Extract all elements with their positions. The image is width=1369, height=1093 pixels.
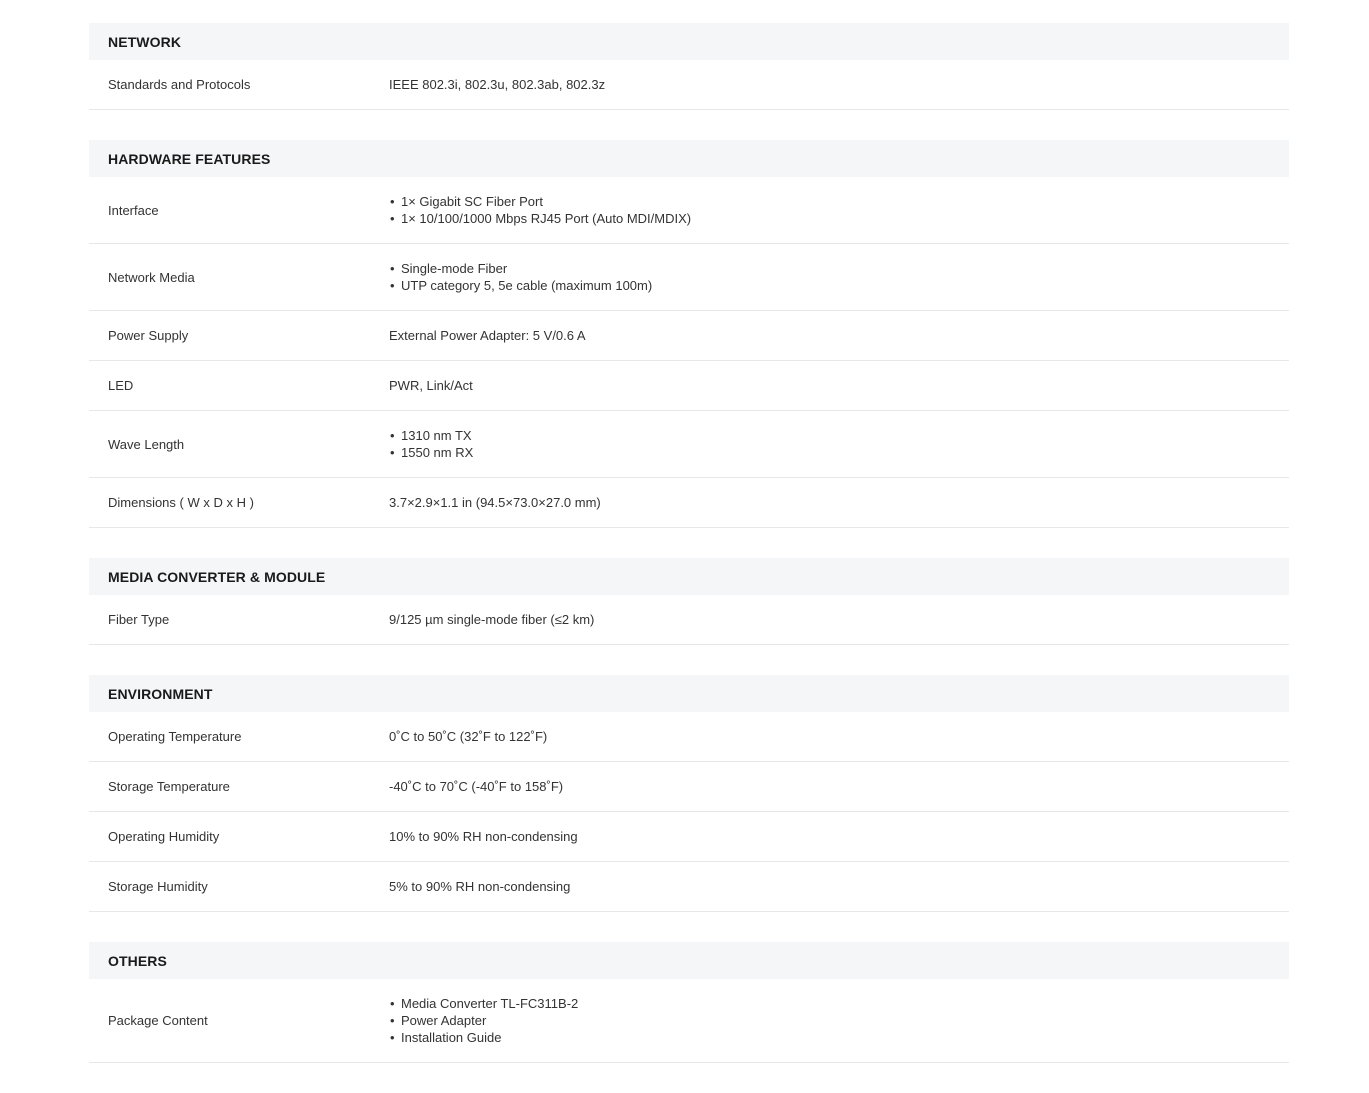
spec-label: Standards and Protocols [108,77,251,92]
spec-row: LED PWR, Link/Act [89,361,1289,411]
spec-value: 3.7×2.9×1.1 in (94.5×73.0×27.0 mm) [389,495,601,510]
spec-table: NETWORK Standards and Protocols IEEE 802.3… [89,23,1289,1093]
spec-section: NETWORK Standards and Protocols IEEE 802.3… [89,23,1289,110]
spec-row: Operating Temperature 0˚C to 50˚C (32˚F t… [89,712,1289,762]
spec-section: HARDWARE FEATURES Interface 1× Gigabit SC … [89,140,1289,528]
spec-label: Fiber Type [108,612,170,627]
spec-value-list: Media Converter TL-FC311B-2Power Adapter… [389,995,1289,1046]
spec-row: Power Supply External Power Adapter: 5 V/… [89,311,1289,361]
section-header: NETWORK [89,23,1289,60]
spec-label: Network Media [108,269,195,285]
section-header: OTHERS [89,942,1289,979]
spec-value-item: Installation Guide [389,1029,1289,1046]
spec-label: LED [108,378,134,393]
spec-value: 10% to 90% RH non-condensing [389,829,578,844]
spec-value: 5% to 90% RH non-condensing [389,879,571,894]
spec-value-list: 1310 nm TX1550 nm RX [389,427,1289,461]
spec-value: 1310 nm TX1550 nm RX [389,427,1289,461]
spec-label: Package Content [108,1013,208,1028]
spec-row: Interface 1× Gigabit SC Fiber Port1× 10/1… [89,177,1289,244]
spec-value: Media Converter TL-FC311B-2Power Adapter… [389,995,1289,1046]
section-header: HARDWARE FEATURES [89,140,1289,177]
spec-label: Storage Temperature [108,779,230,794]
spec-value: 0˚C to 50˚C (32˚F to 122˚F) [389,729,548,744]
spec-row: Standards and Protocols IEEE 802.3i, 802.… [89,60,1289,110]
spec-row: Wave Length 1310 nm TX1550 nm RX [89,411,1289,478]
spec-value: Single-mode FiberUTP category 5, 5e cabl… [389,260,1289,294]
spec-label: Dimensions ( W x D x H ) [108,495,254,510]
spec-label: Wave Length [108,436,185,452]
spec-value-item: Media Converter TL-FC311B-2 [389,995,1289,1012]
spec-row: Operating Humidity 10% to 90% RH non-cond… [89,812,1289,862]
spec-value-item: UTP category 5, 5e cable (maximum 100m) [389,277,1289,294]
spec-value: -40˚C to 70˚C (-40˚F to 158˚F) [389,779,564,794]
section-header: MEDIA CONVERTER & MODULE [89,558,1289,595]
spec-row: Network Media Single-mode FiberUTP catego… [89,244,1289,311]
spec-label: Storage Humidity [108,879,208,894]
spec-label: Operating Humidity [108,829,220,844]
spec-value-item: Power Adapter [389,1012,1289,1029]
spec-value-list: Single-mode FiberUTP category 5, 5e cabl… [389,260,1289,294]
spec-section: ENVIRONMENT Operating Temperature 0˚C to 5… [89,675,1289,912]
spec-row: Dimensions ( W x D x H ) 3.7×2.9×1.1 in (… [89,478,1289,528]
spec-value-item: 1310 nm TX [389,427,1289,444]
spec-label: Power Supply [108,328,189,343]
spec-label: Interface [108,202,159,218]
spec-value-item: 1× 10/100/1000 Mbps RJ45 Port (Auto MDI/… [389,210,1289,227]
spec-section: MEDIA CONVERTER & MODULE Fiber Type 9/125 … [89,558,1289,645]
spec-value-item: Single-mode Fiber [389,260,1289,277]
spec-value: IEEE 802.3i, 802.3u, 802.3ab, 802.3z [389,77,606,92]
spec-value-item: 1× Gigabit SC Fiber Port [389,193,1289,210]
spec-value: External Power Adapter: 5 V/0.6 A [389,328,586,343]
spec-value-item: 1550 nm RX [389,444,1289,461]
spec-value: PWR, Link/Act [389,378,473,393]
spec-row: Storage Humidity 5% to 90% RH non-condens… [89,862,1289,912]
section-header: ENVIRONMENT [89,675,1289,712]
spec-value-list: 1× Gigabit SC Fiber Port1× 10/100/1000 M… [389,193,1289,227]
spec-row: Package Content Media Converter TL-FC311B… [89,979,1289,1063]
spec-row: Fiber Type 9/125 µm single-mode fiber (≤2… [89,595,1289,645]
spec-value: 1× Gigabit SC Fiber Port1× 10/100/1000 M… [389,193,1289,227]
spec-value: 9/125 µm single-mode fiber (≤2 km) [389,612,595,627]
spec-section: OTHERS Package Content Media Converter TL-… [89,942,1289,1063]
spec-row: Storage Temperature -40˚C to 70˚C (-40˚F … [89,762,1289,812]
spec-label: Operating Temperature [108,729,242,744]
